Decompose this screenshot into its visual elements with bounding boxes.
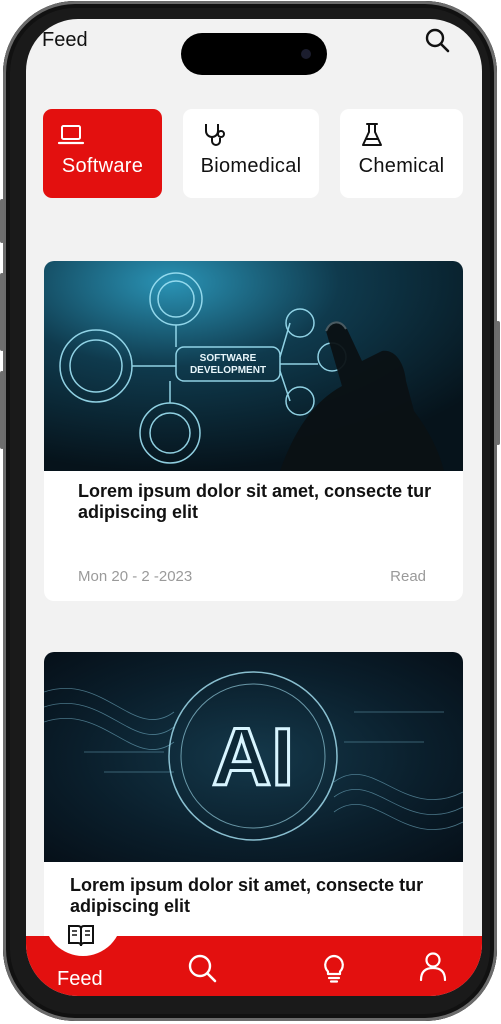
software-development-image: SOFTWARE DEVELOPMENT [44, 261, 463, 471]
category-label: Software [61, 155, 144, 177]
screen: Feed Software Biomedical Chemical SOFTWA… [26, 19, 482, 996]
lightbulb-icon[interactable] [319, 953, 349, 983]
stethoscope-icon [205, 124, 225, 146]
laptop-icon [57, 125, 85, 145]
article-date: Mon 20 - 2 -2023 [78, 568, 193, 585]
image-text: DEVELOPMENT [190, 365, 266, 376]
camera-icon [301, 49, 311, 59]
article-card[interactable]: SOFTWARE DEVELOPMENT Lorem ipsum dolor s… [44, 261, 463, 601]
category-software[interactable]: Software [43, 109, 162, 198]
flask-icon [362, 123, 382, 146]
dynamic-island [181, 33, 327, 75]
category-label: Chemical [358, 155, 445, 177]
search-icon[interactable] [187, 953, 217, 983]
page-title: Feed [42, 29, 88, 51]
article-title[interactable]: Lorem ipsum dolor sit amet, consecte tur… [70, 875, 440, 917]
ai-image: AI [44, 652, 463, 862]
read-link[interactable]: Read [390, 568, 426, 585]
category-biomedical[interactable]: Biomedical [183, 109, 319, 198]
action-button [0, 199, 4, 243]
book-icon[interactable] [66, 920, 96, 950]
category-chemical[interactable]: Chemical [340, 109, 463, 198]
volume-up-button [0, 273, 4, 351]
power-button [496, 321, 500, 445]
phone-frame: Feed Software Biomedical Chemical SOFTWA… [0, 1, 500, 1021]
bottom-nav: Feed [26, 916, 482, 996]
user-icon[interactable] [418, 951, 448, 981]
search-icon[interactable] [424, 27, 450, 53]
image-text: AI [212, 712, 294, 803]
image-text: SOFTWARE [200, 353, 257, 364]
nav-item-feed[interactable]: Feed [57, 968, 103, 991]
article-title[interactable]: Lorem ipsum dolor sit amet, consecte tur… [78, 481, 448, 523]
category-label: Biomedical [200, 155, 302, 177]
volume-down-button [0, 371, 4, 449]
article-card[interactable]: AI Lorem ipsum dolor sit amet, consecte … [44, 652, 463, 952]
